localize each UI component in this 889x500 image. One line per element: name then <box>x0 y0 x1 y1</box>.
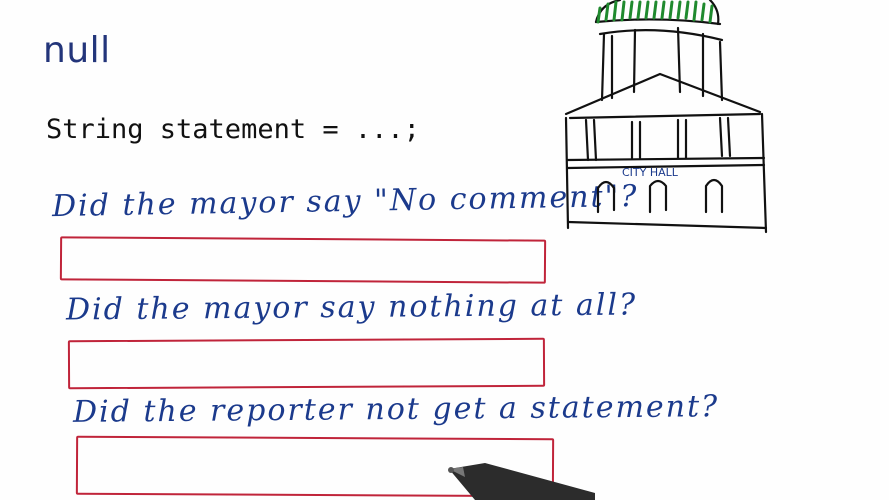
city-hall-icon: CITY HALL <box>564 0 768 234</box>
answer-box-1[interactable] <box>59 236 547 284</box>
code-statement: String statement = ...; <box>46 114 420 145</box>
question-3: Did the reporter not get a statement? <box>72 389 720 430</box>
stylus-icon <box>448 463 595 500</box>
answer-box-2[interactable] <box>67 337 546 390</box>
question-1: Did the mayor say "No comment"? <box>51 178 639 225</box>
question-2: Did the mayor say nothing at all? <box>65 287 638 328</box>
slide-title: null <box>43 30 111 71</box>
city-hall-sign: CITY HALL <box>622 166 679 179</box>
